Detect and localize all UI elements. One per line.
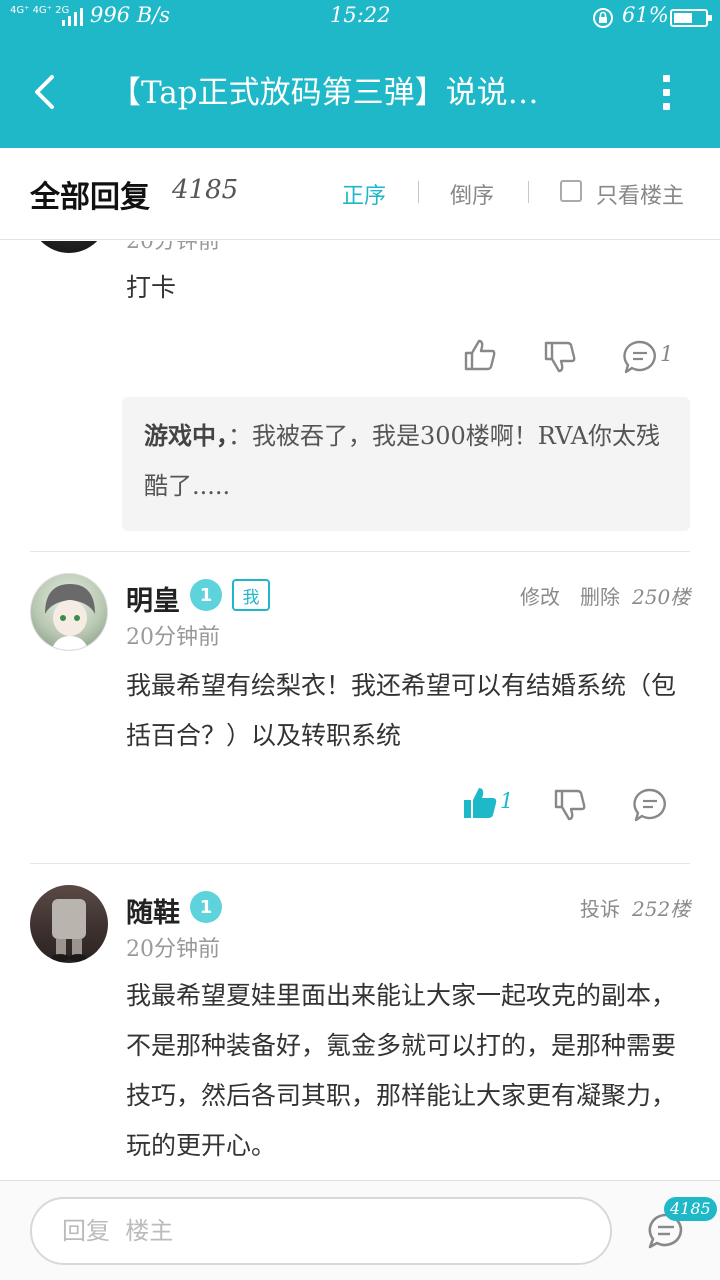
more-vertical-icon (662, 74, 670, 82)
reply-input[interactable] (30, 1197, 612, 1265)
delete-button[interactable]: 删除 (580, 581, 620, 610)
more-button[interactable] (648, 68, 684, 116)
clock: 15:22 (330, 3, 391, 27)
comment-body: 我最希望有绘梨衣！我还希望可以有结婚系统（包括百合？）以及转职系统 (126, 671, 677, 750)
avatar-photo (51, 899, 87, 962)
battery-tip (708, 15, 712, 21)
avatar-illustration (45, 584, 95, 650)
level-badge: 1 (190, 891, 222, 923)
dislike-icon[interactable] (552, 787, 588, 823)
op-only-label[interactable]: 只看楼主 (596, 178, 684, 210)
like-icon[interactable] (462, 337, 498, 373)
quote-author: 游戏中， (144, 421, 228, 450)
me-tag: 我 (232, 579, 270, 611)
floor-number: 250楼 (632, 585, 691, 609)
sort-descending-button[interactable]: 倒序 (450, 178, 494, 210)
divider (30, 551, 690, 552)
chevron-left-icon (35, 75, 54, 109)
app-header: 4G⁺ 4G⁺ 2G 996 B/s 15:22 61% 【Tap正式放码第三弹… (0, 0, 720, 148)
network-speed: 996 B/s (90, 3, 171, 27)
signal-indicator: 4G⁺ 4G⁺ 2G (10, 5, 83, 26)
comments-count-badge: 4185 (664, 1197, 717, 1221)
comment-time: 20分钟前 (126, 937, 220, 962)
comment-icon[interactable] (632, 787, 668, 823)
reply-header: 全部回复 4185 正序 倒序 只看楼主 (0, 148, 720, 240)
status-bar: 4G⁺ 4G⁺ 2G 996 B/s 15:22 61% (0, 0, 720, 34)
quoted-reply[interactable]: 游戏中，：我被吞了，我是300楼啊！RVA你太残酷了..... (122, 397, 690, 531)
avatar[interactable] (30, 241, 108, 253)
divider (528, 181, 529, 203)
sort-ascending-button[interactable]: 正序 (342, 178, 386, 210)
rotation-lock-icon (593, 8, 613, 28)
reply-count: 1 (660, 342, 674, 366)
op-only-checkbox[interactable] (560, 180, 582, 202)
battery-icon (670, 9, 712, 27)
more-vertical-icon (662, 102, 670, 110)
username[interactable]: 明皇 (126, 579, 180, 618)
divider (418, 181, 419, 203)
page-title: 【Tap正式放码第三弹】说说… (110, 75, 539, 111)
report-button[interactable]: 投诉 (580, 893, 620, 922)
network-label: 4G⁺ 4G⁺ 2G (10, 5, 70, 16)
floor-number: 252楼 (632, 897, 691, 921)
comment-body: 打卡 (126, 273, 177, 302)
avatar[interactable] (30, 573, 108, 651)
battery-fill (674, 13, 692, 23)
like-count: 1 (500, 789, 514, 813)
comment-time: 20分钟前 (126, 241, 220, 254)
signal-bars-icon (62, 8, 83, 26)
more-vertical-icon (662, 88, 670, 96)
divider (30, 863, 690, 864)
avatar[interactable] (30, 885, 108, 963)
battery-percent: 61% (622, 3, 669, 27)
reply-count: 4185 (172, 175, 239, 205)
like-icon-active[interactable] (462, 785, 498, 821)
back-button[interactable] (22, 68, 66, 116)
level-badge: 1 (190, 579, 222, 611)
username[interactable]: 随鞋 (126, 891, 180, 930)
edit-button[interactable]: 修改 (520, 581, 560, 610)
dislike-icon[interactable] (542, 339, 578, 375)
reply-bar: 4185 (0, 1180, 720, 1280)
reply-header-title: 全部回复 (30, 180, 150, 215)
comment-list[interactable]: 20分钟前 打卡 1 游戏中，：我被吞了，我是300楼啊！RVA你太残酷了...… (0, 241, 720, 1180)
comment-body: 我最希望夏娃里面出来能让大家一起攻克的副本，不是那种装备好，氪金多就可以打的，是… (126, 981, 677, 1160)
comment-time: 20分钟前 (126, 625, 220, 650)
comment-icon[interactable] (622, 339, 658, 375)
